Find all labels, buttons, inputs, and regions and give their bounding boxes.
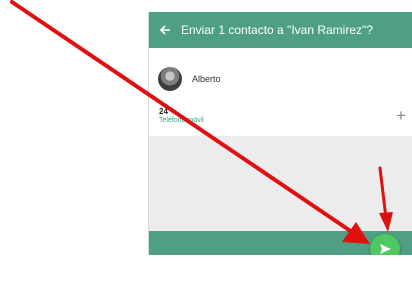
phone-number: 24 — [159, 107, 168, 116]
dialog-title: Enviar 1 contacto a "Ivan Ramirez"? — [181, 23, 373, 37]
send-icon — [380, 244, 391, 254]
contact-row[interactable]: Alberto — [149, 62, 412, 96]
share-contact-dialog: Enviar 1 contacto a "Ivan Ramirez"? Albe… — [148, 12, 412, 255]
dialog-header: Enviar 1 contacto a "Ivan Ramirez"? — [149, 12, 412, 48]
dialog-empty-area — [149, 136, 412, 231]
contact-name: Alberto — [192, 74, 221, 84]
phone-type-label: Teléfono móvil — [159, 117, 204, 124]
contact-avatar — [158, 67, 182, 91]
back-button[interactable] — [149, 12, 181, 48]
arrow-left-icon — [159, 25, 170, 35]
plus-icon[interactable]: + — [396, 107, 406, 124]
phone-row: 24 Teléfono móvil + — [149, 104, 412, 134]
